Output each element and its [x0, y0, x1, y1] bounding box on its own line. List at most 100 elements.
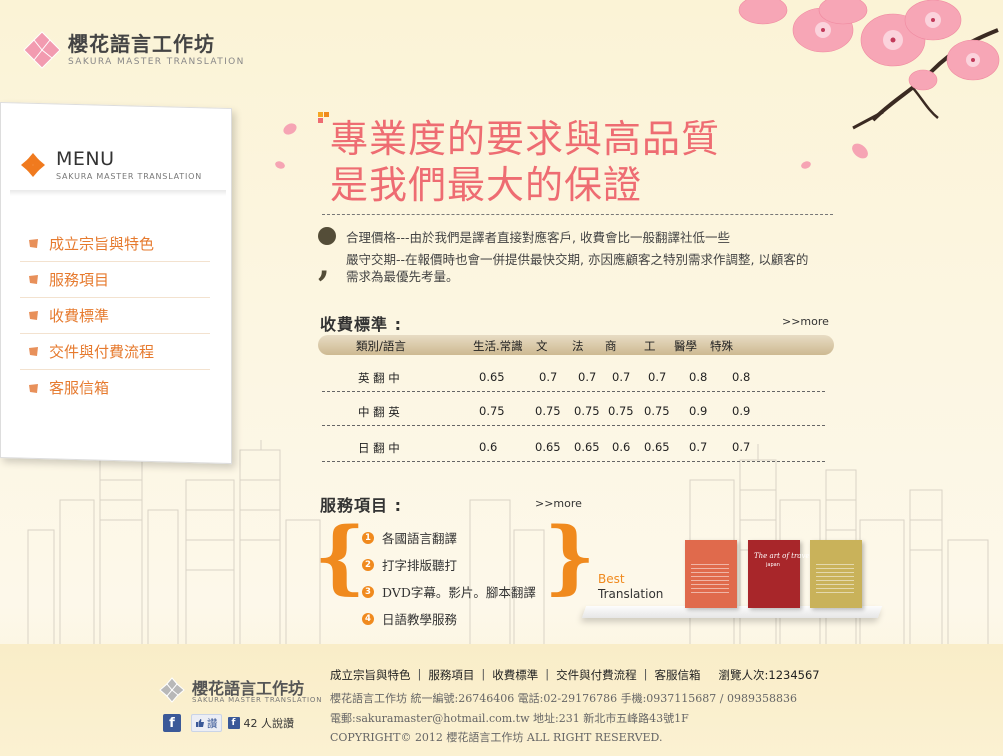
- footer-company-info: 櫻花語言工作坊 統一編號:26746406 電話:02-29176786 手機:…: [330, 692, 797, 705]
- pricing-header-category: 類別/語言: [356, 339, 406, 353]
- footer-nav-separator: |: [417, 667, 422, 681]
- footer-nav-mission[interactable]: 成立宗旨與特色: [330, 667, 411, 683]
- pricing-header-general: 生活.常識: [473, 339, 523, 353]
- service-item-translation[interactable]: 1 各國語言翻譯: [362, 524, 536, 551]
- footer-contact-info: 電郵:sakuramaster@hotmail.com.tw 地址:231 新北…: [330, 712, 689, 725]
- sakura-flower-logo-icon: [23, 31, 61, 69]
- pricing-header-law: 法: [572, 339, 584, 353]
- pricing-more-link[interactable]: >>more: [782, 315, 829, 328]
- orange-square-bullet-icon: [29, 347, 38, 356]
- pricing-cell: 0.75: [479, 404, 505, 418]
- pricing-cell: 0.7: [578, 370, 597, 384]
- left-brace-icon: {: [314, 509, 366, 603]
- pricing-row-ja-zh: 日 翻 中 0.6 0.65 0.65 0.6 0.65 0.7 0.7: [322, 428, 825, 462]
- pricing-cell: 英 翻 中: [358, 371, 400, 385]
- pricing-title: 收費標準 :: [320, 315, 402, 334]
- pricing-cell: 0.65: [644, 440, 670, 454]
- intro-delivery-text: 嚴守交期--在報價時也會一併提供最快交期, 亦因應顧客之特別需求作調整, 以顧客…: [346, 252, 809, 284]
- pricing-cell: 0.75: [535, 404, 561, 418]
- social-bar: f 讚 f 42 人說讚: [163, 714, 294, 732]
- logo-name: 櫻花語言工作坊: [68, 32, 215, 56]
- service-item-label: DVD字幕。影片。腳本翻譯: [382, 585, 536, 600]
- falling-petal-icon: [275, 161, 285, 169]
- footer-nav-separator: |: [643, 667, 648, 681]
- facebook-icon[interactable]: f: [163, 714, 181, 732]
- site-logo[interactable]: 櫻花語言工作坊 SAKURA MASTER TRANSLATION: [20, 26, 260, 74]
- footer-nav-separator: |: [545, 667, 550, 681]
- like-label: 讚: [207, 717, 218, 730]
- book-subtitle: japan: [766, 562, 780, 568]
- menu-list: 成立宗旨與特色 服務項目 收費標準 交件與付費流程 客服信箱: [20, 226, 210, 406]
- footer-nav-separator: |: [481, 667, 486, 681]
- pricing-cell: 0.65: [574, 440, 600, 454]
- orange-square-bullet-icon: [29, 239, 38, 248]
- orange-square-bullet-icon: [29, 275, 38, 284]
- menu-item-label: 成立宗旨與特色: [49, 234, 155, 253]
- pricing-row-en-zh: 英 翻 中 0.65 0.7 0.7 0.7 0.7 0.8 0.8: [322, 358, 825, 392]
- headline-squares-icon: [318, 112, 329, 123]
- menu-item-mission[interactable]: 成立宗旨與特色: [20, 226, 210, 262]
- pricing-cell: 0.7: [732, 440, 751, 454]
- menu-item-delivery-payment[interactable]: 交件與付費流程: [20, 334, 210, 370]
- number-badge: 3: [362, 585, 374, 598]
- pricing-cell: 0.75: [574, 404, 600, 418]
- pricing-cell: 0.9: [689, 404, 708, 418]
- menu-item-pricing[interactable]: 收費標準: [20, 298, 210, 334]
- book-cover-olive: [810, 540, 862, 608]
- footer-nav-services[interactable]: 服務項目: [428, 667, 474, 683]
- footer-nav-delivery-payment[interactable]: 交件與付費流程: [556, 667, 637, 683]
- menu-title: MENU: [56, 148, 115, 170]
- menu-item-contact[interactable]: 客服信箱: [20, 370, 210, 406]
- pricing-row-zh-en: 中 翻 英 0.75 0.75 0.75 0.75 0.75 0.9 0.9: [322, 392, 825, 426]
- headline: 專業度的要求與高品質 是我們最大的保證: [330, 116, 720, 208]
- headline-line-1: 專業度的要求與高品質: [330, 117, 721, 161]
- facebook-like-button[interactable]: 讚: [191, 714, 222, 732]
- pricing-header-business: 商: [605, 339, 617, 353]
- thumbs-up-icon: [196, 719, 204, 727]
- intro-price-text: 合理價格---由於我們是譯者直接對應客戶, 收費會比一般翻譯社低一些: [346, 230, 730, 245]
- menu-item-services[interactable]: 服務項目: [20, 262, 210, 298]
- book-cover-orange: [685, 540, 737, 608]
- service-item-typesetting[interactable]: 2 打字排版聽打: [362, 551, 536, 578]
- service-item-subtitles[interactable]: 3 DVD字幕。影片。腳本翻譯: [362, 578, 536, 605]
- pricing-cell: 0.75: [608, 404, 634, 418]
- cherry-blossom-illustration: [738, 0, 1000, 130]
- visit-counter: 瀏覽人次:1234567: [718, 668, 820, 682]
- menu-subtitle: SAKURA MASTER TRANSLATION: [56, 172, 203, 181]
- pricing-header-special: 特殊: [710, 339, 733, 353]
- footer-copyright: COPYRIGHT© 2012 櫻花語言工作坊 ALL RIGHT RESERV…: [330, 731, 663, 744]
- right-brace-icon: }: [544, 509, 596, 603]
- footer-nav: 成立宗旨與特色 | 服務項目 | 收費標準 | 交件與付費流程 | 客服信箱 瀏…: [330, 667, 820, 683]
- menu-item-label: 客服信箱: [49, 379, 110, 397]
- pricing-cell: 中 翻 英: [358, 405, 400, 419]
- pricing-cell: 0.75: [644, 404, 670, 418]
- number-badge: 2: [362, 558, 374, 571]
- menu-item-label: 收費標準: [49, 306, 110, 325]
- number-badge: 4: [362, 612, 374, 625]
- headline-divider: [322, 214, 833, 215]
- pricing-cell: 0.8: [689, 370, 708, 384]
- pricing-header-medical: 醫學: [674, 339, 697, 353]
- best-label-line-1: Best: [598, 572, 625, 586]
- menu-item-label: 服務項目: [49, 270, 110, 289]
- falling-petal-icon: [801, 161, 811, 169]
- orange-flower-icon: [21, 153, 45, 177]
- pricing-cell: 0.7: [689, 440, 708, 454]
- book-text-lines: [816, 564, 854, 594]
- footer-nav-contact[interactable]: 客服信箱: [655, 667, 701, 683]
- falling-petal-icon: [852, 143, 868, 159]
- pricing-cell: 0.65: [479, 370, 505, 384]
- footer-nav-pricing[interactable]: 收費標準: [492, 667, 538, 683]
- service-item-japanese-teaching[interactable]: 4 日語教學服務: [362, 605, 536, 632]
- pricing-cell: 0.7: [539, 370, 558, 384]
- pricing-header-bar: 類別/語言 生活.常識 文 法 商 工 醫學 特殊: [318, 335, 834, 355]
- footer-logo[interactable]: 櫻花語言工作坊 SAKURA MASTER TRANSLATION: [158, 674, 333, 710]
- pricing-cell: 0.7: [648, 370, 667, 384]
- book-cover-red: The art of travel japan: [748, 540, 812, 608]
- footer-logo-subtitle: SAKURA MASTER TRANSLATION: [192, 696, 323, 704]
- pricing-header-engineering: 工: [644, 339, 656, 353]
- menu-header: MENU SAKURA MASTER TRANSLATION: [20, 148, 220, 188]
- services-list: 1 各國語言翻譯 2 打字排版聽打 3 DVD字幕。影片。腳本翻譯 4 日語教學服務: [362, 524, 536, 632]
- pricing-cell: 0.8: [732, 370, 751, 384]
- pricing-header-literature: 文: [536, 339, 548, 353]
